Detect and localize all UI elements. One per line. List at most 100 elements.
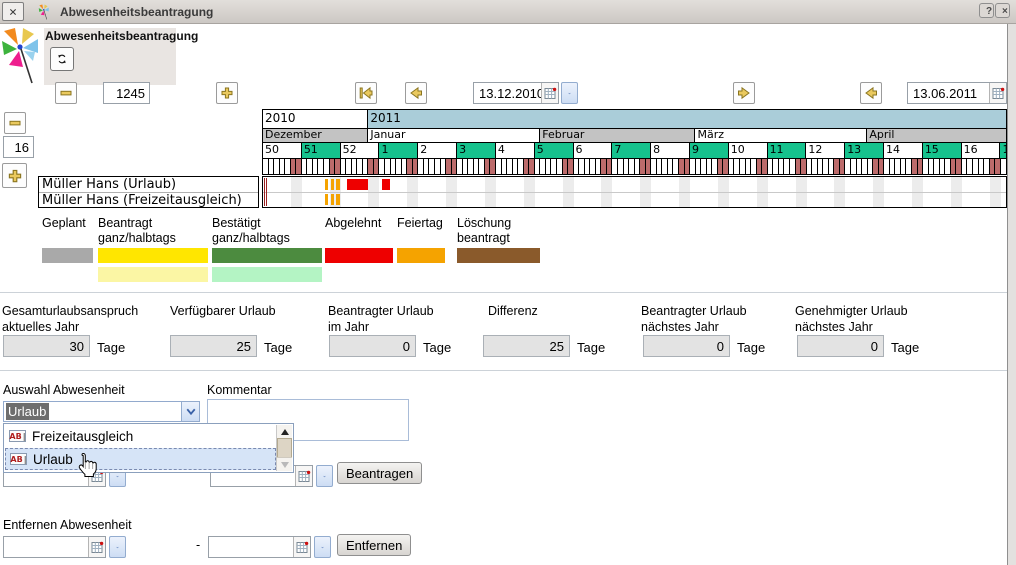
date-from-field[interactable]: 13.12.2010 [473,82,559,104]
row-separator [263,192,1006,193]
remove-start-date-field[interactable] [3,536,106,558]
gantt-bar [336,179,339,190]
legend-label: Beantragt ganz/halbtags [98,216,176,246]
gantt-row-label: Müller Hans (Urlaub) [39,177,258,193]
calendar-icon[interactable] [541,83,558,103]
divider [0,370,1007,371]
dropdown-scrollbar[interactable] [276,425,292,471]
module-title: Abwesenheitsbeantragung [45,29,198,43]
divider [0,292,1007,293]
absence-select-label: Auswahl Abwesenheit [3,383,125,397]
record-increment-button[interactable] [216,82,238,104]
remove-button[interactable]: Entfernen [337,534,411,556]
module-panel: Abwesenheitsbeantragung [44,28,176,85]
calendar-icon[interactable] [293,537,310,557]
summary-unit-label: Tage [577,340,605,355]
week-cell: 14 [884,143,923,158]
legend-swatch [457,248,540,263]
date-to-field[interactable]: 13.06.2011 [907,82,1007,104]
gantt-bar [331,179,334,190]
goto-start-button[interactable] [355,82,377,104]
summary-unit-label: Tage [264,340,292,355]
zoom-in-button[interactable] [2,163,27,188]
legend-label: Löschung beantragt [457,216,511,246]
first-arrow-icon [358,85,374,101]
month-cell: Januar [368,129,540,142]
week-cell: 3 [457,143,496,158]
remove-end-date-dropdown-button[interactable] [314,536,331,558]
zoom-value-input[interactable] [3,136,34,158]
date-from-value[interactable]: 13.12.2010 [474,83,541,103]
refresh-icon [57,51,67,67]
arrow-left-icon [863,85,879,101]
chevron-down-icon [568,89,571,98]
scroll-up-icon[interactable] [277,425,292,439]
text-field-icon: AB| [10,453,27,465]
request-button[interactable]: Beantragen [337,462,422,484]
title-bar: Abwesenheitsbeantragung ? × [0,0,1016,24]
gantt-name-column: Müller Hans (Urlaub)Müller Hans (Freizei… [38,176,259,208]
refresh-button[interactable] [50,47,74,71]
week-cell: 5 [535,143,574,158]
zoom-out-button[interactable] [4,112,26,134]
summary-unit-label: Tage [737,340,765,355]
arrow-left-icon [408,85,424,101]
close-icon[interactable] [2,2,24,21]
record-decrement-button[interactable] [55,82,77,104]
end-date-prev-button[interactable] [860,82,882,104]
summary-value-field: 0 [643,335,730,357]
calendar-icon[interactable] [295,466,312,486]
remove-start-date-dropdown-button[interactable] [109,536,126,558]
calendar-icon[interactable] [88,537,105,557]
next-period-button[interactable] [733,82,755,104]
week-cell: 12 [806,143,845,158]
help-button[interactable]: ? [979,3,994,18]
prev-period-button[interactable] [405,82,427,104]
summary-value-field: 0 [329,335,416,357]
remove-end-date-field[interactable] [208,536,311,558]
chevron-down-icon [321,543,324,552]
calendar-icon[interactable] [989,83,1006,103]
app-window: Abwesenheitsbeantragung ? × Abwesenheits… [0,0,1016,565]
absence-dropdown-list[interactable]: AB|Freizeitausgleich AB| Urlaub [3,423,294,473]
summary-label: Verfügbarer Urlaub [170,303,276,319]
combobox-open-button[interactable] [181,402,199,421]
minus-icon [7,115,23,131]
week-cell: 13 [845,143,884,158]
scrollbar-thumb[interactable] [277,438,292,459]
gantt-bar [336,194,339,205]
year-cell: 2011 [368,110,1006,128]
chevron-down-icon [185,407,197,416]
month-cell: April [867,129,1006,142]
remove-start-date-value[interactable] [4,537,88,557]
summary-value-field: 25 [170,335,257,357]
app-pinwheel-icon [36,4,52,20]
week-cell: 52 [341,143,380,158]
week-cell: 4 [496,143,535,158]
month-cell: Februar [540,129,695,142]
summary-label: Beantragter Urlaub nächstes Jahr [641,303,747,335]
date-from-dropdown-button[interactable] [561,82,578,104]
window-close-button[interactable]: × [995,3,1010,18]
week-cell: 51 [302,143,341,158]
week-cell: 17 [1000,143,1006,158]
remove-end-date-value[interactable] [209,537,293,557]
date-to-value[interactable]: 13.06.2011 [908,83,989,103]
record-number-input[interactable] [103,82,150,104]
month-cell: März [695,129,867,142]
dropdown-item[interactable]: AB|Freizeitausgleich [5,425,276,447]
chevron-down-icon [116,543,119,552]
summary-value-field: 0 [797,335,884,357]
request-end-date-dropdown-button[interactable] [316,465,333,487]
summary-label: Differenz [488,303,538,319]
week-cell: 6 [574,143,613,158]
scroll-down-icon[interactable] [277,457,292,471]
dropdown-item-label: Urlaub [33,452,73,467]
gantt-bar [347,179,368,190]
absence-combobox[interactable]: Urlaub [3,401,200,422]
summary-label: Gesamturlaubsanspruch aktuelles Jahr [2,303,138,335]
remove-absence-label: Entfernen Abwesenheit [3,518,132,532]
dropdown-item[interactable]: AB| Urlaub [5,448,276,470]
window-title: Abwesenheitsbeantragung [60,5,213,19]
legend-swatch [98,267,208,282]
